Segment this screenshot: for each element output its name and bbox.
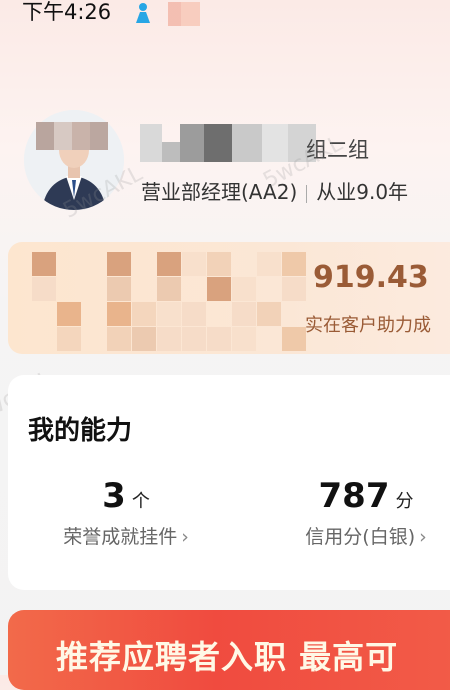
notification-avatar-icon bbox=[168, 2, 200, 26]
credit-unit: 分 bbox=[395, 491, 414, 512]
referral-banner[interactable]: 推荐应聘者入职 最高可 bbox=[8, 610, 450, 690]
amount-label: 实在客户助力成 bbox=[305, 315, 431, 336]
honor-label: 荣誉成就挂件 bbox=[63, 526, 178, 548]
credit-label: 信用分(白银) bbox=[305, 526, 416, 548]
credit-stat[interactable]: 787 分 信用分(白银) › bbox=[276, 476, 450, 549]
person-icon bbox=[132, 2, 154, 24]
credit-score: 787 bbox=[318, 476, 390, 516]
honor-stat[interactable]: 3个 荣誉成就挂件 › bbox=[36, 476, 216, 549]
experience-years: 从业9.0年 bbox=[316, 180, 409, 204]
honor-unit: 个 bbox=[131, 491, 150, 512]
ability-title: 我的能力 bbox=[28, 416, 133, 446]
stats-card[interactable] bbox=[8, 242, 450, 354]
role-divider bbox=[306, 184, 308, 203]
banner-text: 推荐应聘者入职 最高可 bbox=[56, 638, 399, 676]
avatar-privacy-mosaic bbox=[36, 122, 108, 150]
amount-value: 919.43 bbox=[313, 260, 429, 295]
chevron-right-icon: › bbox=[419, 526, 427, 548]
status-time: 下午4:26 bbox=[22, 0, 112, 24]
stats-privacy-mosaic bbox=[32, 244, 312, 352]
chevron-right-icon: › bbox=[181, 526, 189, 548]
honor-count: 3 bbox=[102, 476, 126, 516]
